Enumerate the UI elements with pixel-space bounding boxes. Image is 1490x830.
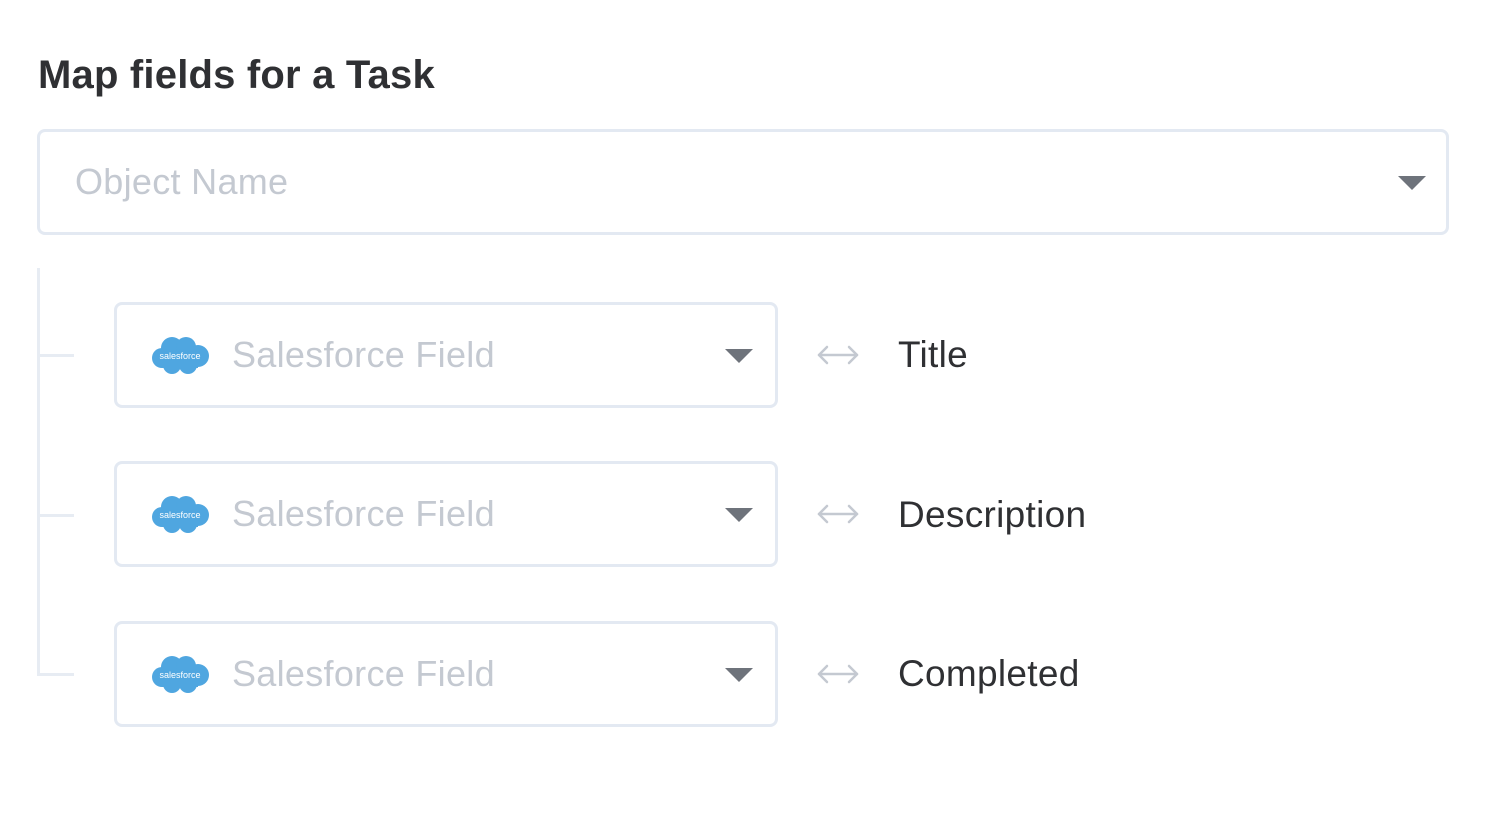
salesforce-field-placeholder: Salesforce Field (232, 334, 495, 375)
svg-text:salesforce: salesforce (159, 351, 200, 361)
salesforce-field-select-title[interactable]: salesforce Salesforce Field (114, 302, 778, 408)
svg-text:salesforce: salesforce (159, 670, 200, 680)
left-right-arrow-icon (817, 504, 859, 524)
page-title: Map fields for a Task (38, 53, 435, 97)
left-right-arrow-icon (817, 664, 859, 684)
salesforce-logo-icon: salesforce (152, 337, 209, 374)
left-right-arrow-icon (817, 345, 859, 365)
chevron-down-icon (1398, 176, 1426, 190)
field-label-title: Title (898, 334, 969, 375)
salesforce-logo-icon: salesforce (152, 496, 209, 533)
field-label-completed: Completed (898, 653, 1080, 694)
tree-branch (37, 673, 74, 676)
tree-connector-line (37, 268, 40, 676)
tree-branch (37, 514, 74, 517)
tree-branch (37, 354, 74, 357)
object-name-select[interactable]: Object Name (37, 129, 1449, 235)
salesforce-field-select-description[interactable]: salesforce Salesforce Field (114, 461, 778, 567)
salesforce-field-placeholder: Salesforce Field (232, 653, 495, 694)
salesforce-field-select-completed[interactable]: salesforce Salesforce Field (114, 621, 778, 727)
chevron-down-icon (725, 349, 753, 363)
svg-text:salesforce: salesforce (159, 510, 200, 520)
chevron-down-icon (725, 668, 753, 682)
salesforce-logo-icon: salesforce (152, 656, 209, 693)
chevron-down-icon (725, 508, 753, 522)
object-name-placeholder: Object Name (75, 161, 289, 202)
salesforce-field-placeholder: Salesforce Field (232, 493, 495, 534)
field-label-description: Description (898, 494, 1087, 535)
